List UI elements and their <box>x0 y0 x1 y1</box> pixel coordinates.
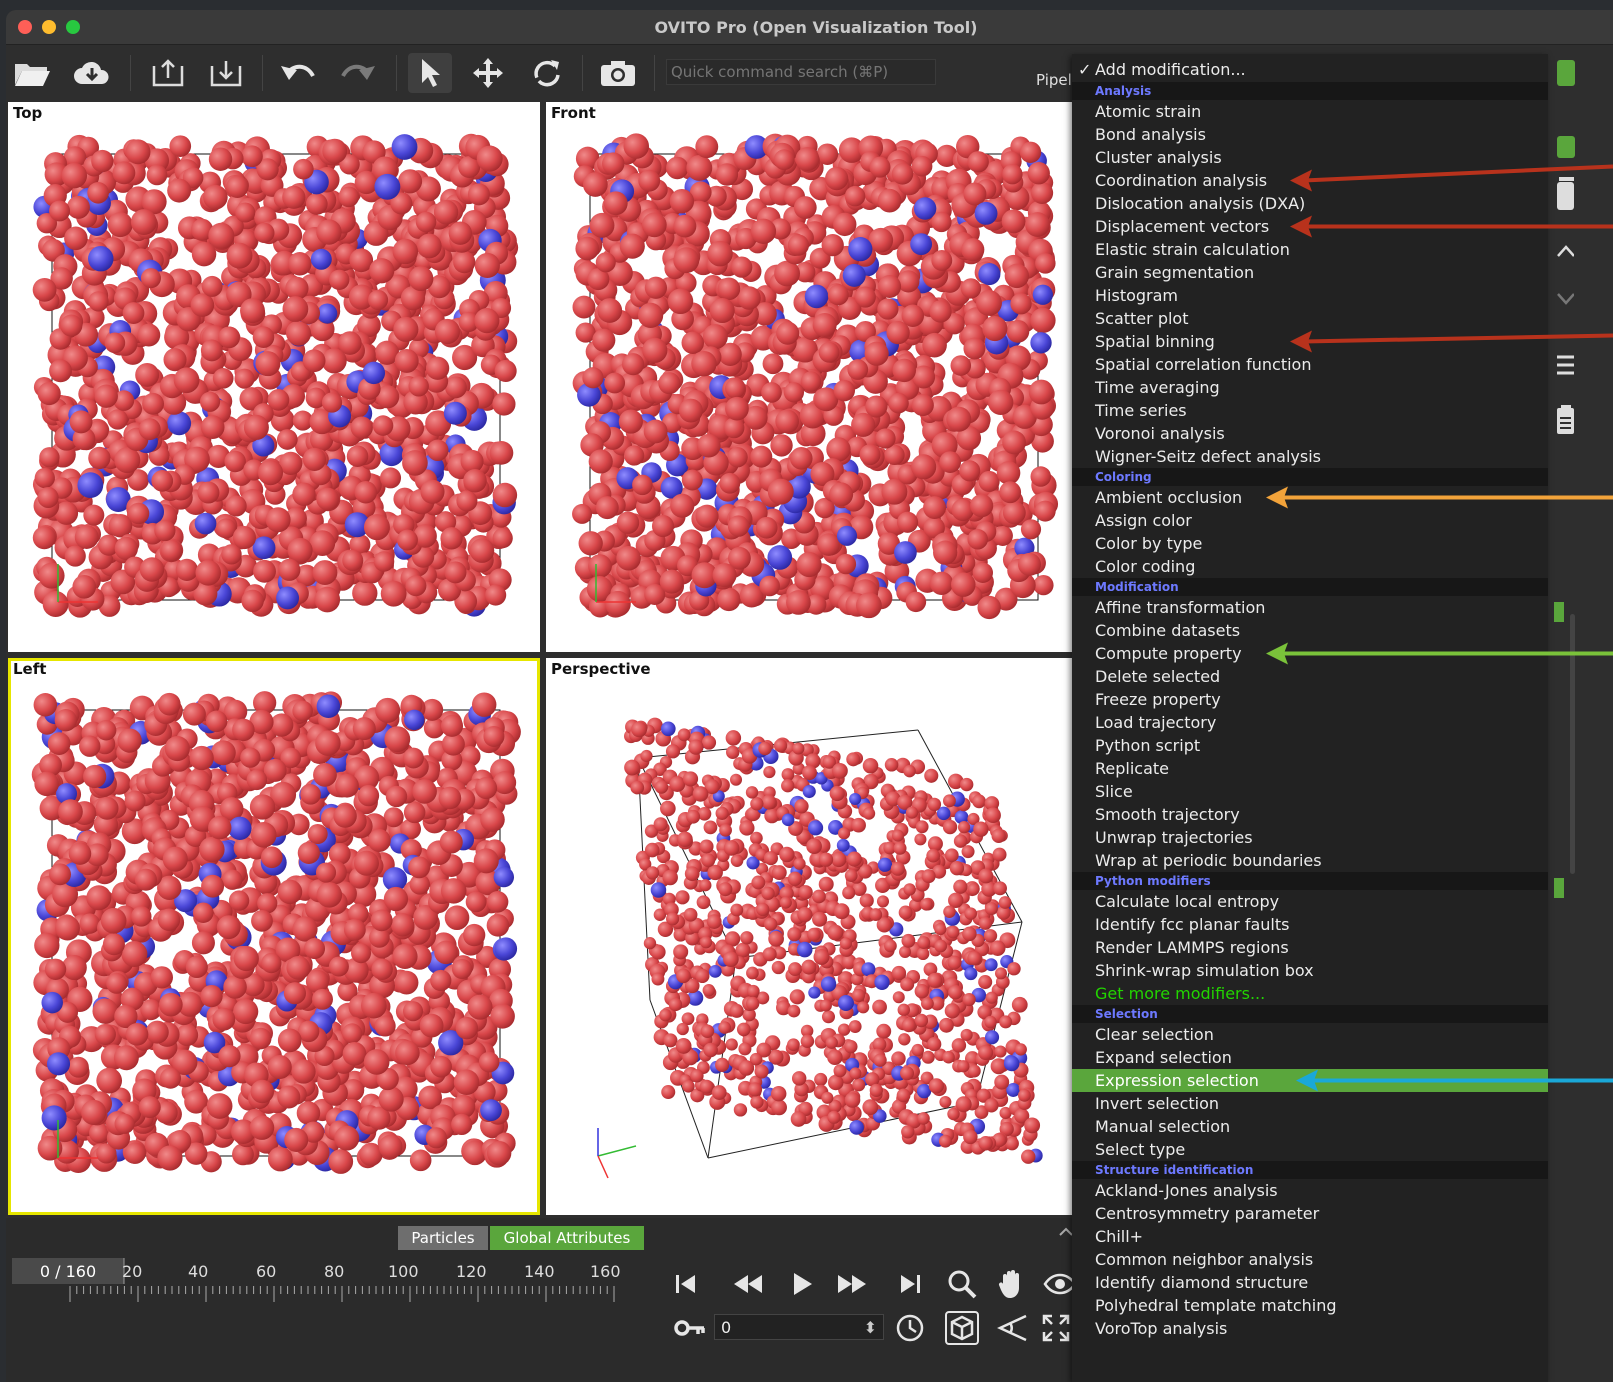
annotation-arrow <box>1266 486 1613 509</box>
annotation-arrow <box>1296 1069 1613 1092</box>
annotation-arrow <box>1290 330 1613 353</box>
annotation-arrows <box>1266 164 1613 1092</box>
annotation-arrow <box>1290 215 1613 238</box>
annotation-arrow <box>1266 642 1613 665</box>
annotation-arrow <box>1290 164 1613 192</box>
